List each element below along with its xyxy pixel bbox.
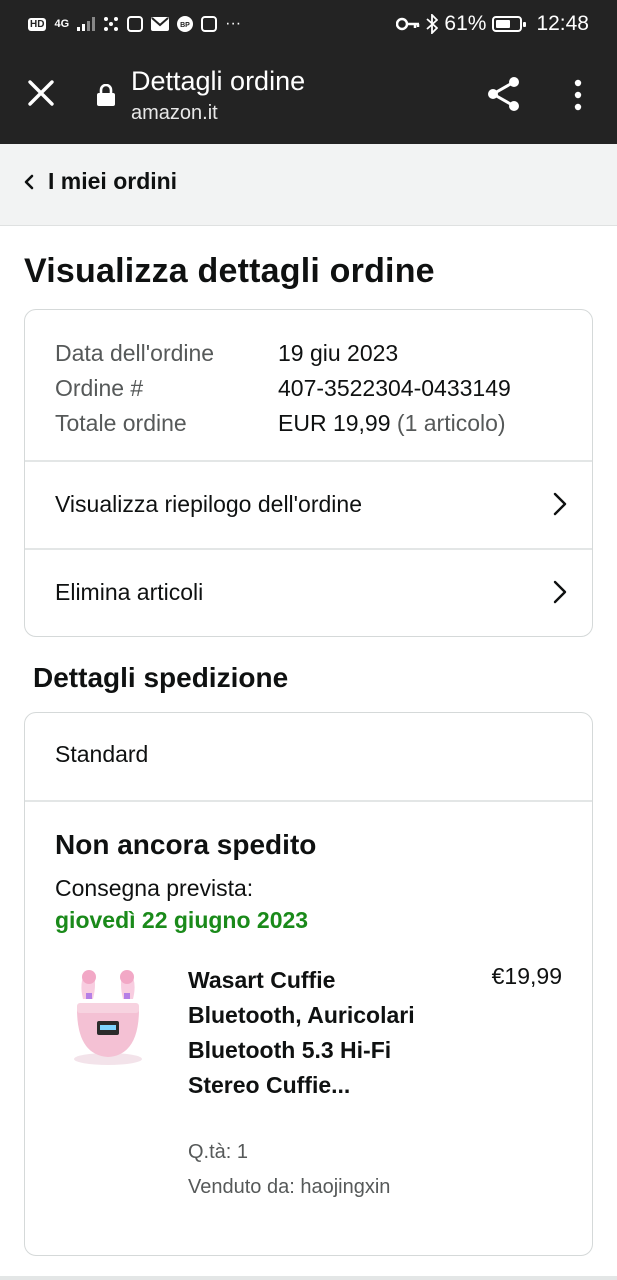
expected-delivery-date: giovedì 22 giugno 2023	[55, 907, 309, 933]
hd-icon: HD	[28, 17, 47, 31]
order-total-value: EUR 19,99 (1 articolo)	[278, 406, 506, 441]
order-total-label: Totale ordine	[55, 410, 187, 436]
instagram-icon	[127, 16, 144, 32]
share-icon[interactable]	[486, 76, 522, 112]
back-link-label: I miei ordini	[48, 168, 178, 194]
clock: 12:48	[536, 12, 589, 35]
shipping-section-heading: Dettagli spedizione	[33, 662, 289, 693]
order-summary-card: Data dell'ordine 19 giu 2023 Ordine # 40…	[24, 309, 593, 637]
order-date-row: Data dell'ordine 19 giu 2023	[55, 336, 511, 371]
back-to-orders-link[interactable]: I miei ordini	[24, 168, 177, 195]
mail-icon	[151, 17, 170, 31]
bluetooth-icon	[426, 14, 439, 34]
order-number-row: Ordine # 407-3522304-0433149	[55, 371, 511, 406]
pink-earbuds-case-icon[interactable]	[67, 959, 149, 1069]
battery-icon	[492, 16, 527, 32]
product-price: €19,99	[491, 963, 562, 989]
page-title: Visualizza dettagli ordine	[24, 252, 435, 290]
order-item-count: (1 articolo)	[396, 410, 506, 436]
order-date-value: 19 giu 2023	[278, 340, 399, 366]
lock-icon	[97, 84, 115, 106]
chevron-right-icon	[553, 492, 567, 516]
shipping-method: Standard	[55, 741, 149, 767]
status-bar: HD 4G BP ··· 61% 12:48	[0, 0, 617, 48]
overflow-menu-icon[interactable]	[566, 78, 590, 112]
key-icon	[396, 17, 420, 31]
browser-url[interactable]: amazon.it	[131, 102, 218, 125]
browser-page-title: Dettagli ordine	[131, 66, 306, 96]
status-left-icons: HD 4G BP ···	[28, 12, 241, 36]
svg-text:BP: BP	[180, 22, 190, 29]
battery-percent: 61%	[444, 12, 487, 35]
dots-app-icon	[104, 17, 119, 31]
divider	[25, 800, 592, 802]
browser-toolbar: Dettagli ordine amazon.it	[0, 48, 617, 144]
close-icon[interactable]	[24, 76, 58, 110]
order-total-amount: EUR 19,99	[278, 410, 391, 436]
product-title-link[interactable]: Wasart Cuffie Bluetooth, Auricolari Blue…	[188, 963, 448, 1103]
order-info: Data dell'ordine 19 giu 2023 Ordine # 40…	[55, 336, 511, 441]
network-indicator: 4G	[54, 18, 70, 30]
remove-items-link[interactable]: Elimina articoli	[25, 549, 592, 635]
expected-delivery-label: Consegna prevista:	[55, 875, 254, 901]
more-notifications-icon: ···	[225, 15, 242, 32]
shipment-card: Standard Non ancora spedito Consegna pre…	[24, 712, 593, 1256]
chevron-left-icon	[24, 174, 34, 189]
shipment-status: Non ancora spedito	[55, 829, 317, 860]
order-number-value: 407-3522304-0433149	[278, 375, 511, 401]
order-date-label: Data dell'ordine	[55, 340, 215, 366]
instagram-icon-2	[201, 16, 218, 32]
signal-icon	[77, 17, 96, 31]
view-order-summary-label: Visualizza riepilogo dell'ordine	[55, 490, 362, 517]
bottom-divider	[0, 1276, 617, 1280]
back-navigation-bar: I miei ordini	[0, 144, 617, 226]
bp-app-icon: BP	[177, 16, 194, 32]
product-seller: Venduto da: haojingxin	[188, 1176, 391, 1198]
order-total-row: Totale ordine EUR 19,99 (1 articolo)	[55, 406, 511, 441]
view-order-summary-link[interactable]: Visualizza riepilogo dell'ordine	[25, 461, 592, 547]
status-right-icons: 61% 12:48	[396, 10, 589, 38]
order-number-label: Ordine #	[55, 375, 144, 401]
product-quantity: Q.tà: 1	[188, 1141, 249, 1163]
remove-items-label: Elimina articoli	[55, 578, 204, 605]
chevron-right-icon	[553, 580, 567, 604]
